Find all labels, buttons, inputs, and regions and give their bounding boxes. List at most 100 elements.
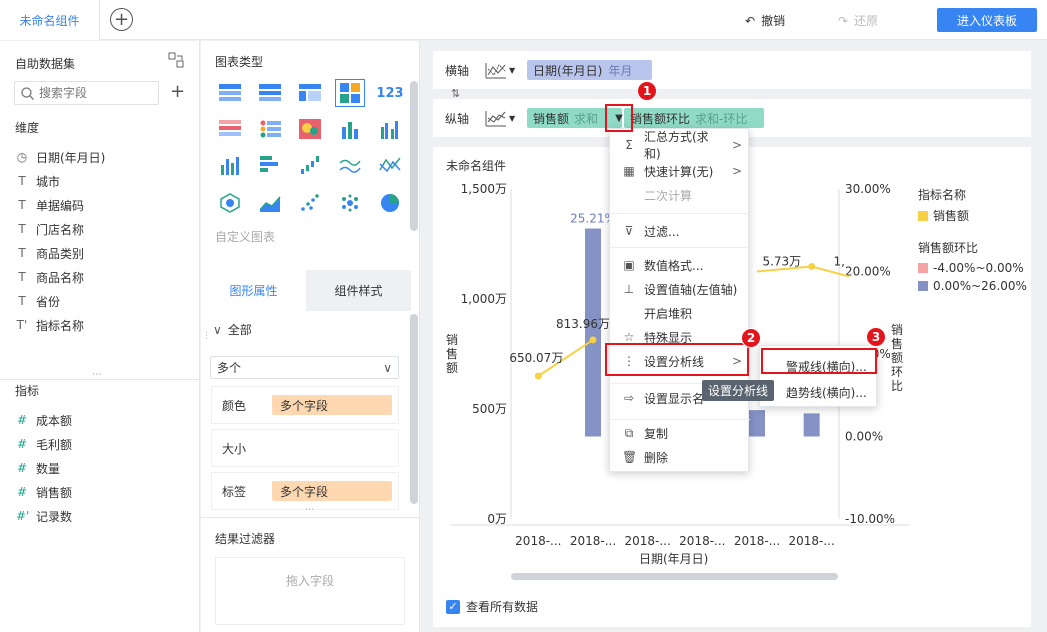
- undo-button[interactable]: ↶ 撤销: [745, 12, 785, 29]
- menu-item[interactable]: ▦ 快速计算(无) >: [610, 159, 750, 183]
- result-filter-dropzone[interactable]: 拖入字段: [215, 557, 405, 625]
- y-field-dropdown-trigger[interactable]: ▼: [605, 104, 633, 132]
- search-icon: [21, 86, 34, 100]
- field-item[interactable]: T' 指标名称: [0, 313, 199, 337]
- all-section-header[interactable]: ∨ 全部: [213, 321, 252, 338]
- chart-type-multi-table[interactable]: [255, 115, 285, 143]
- field-item[interactable]: T 商品类别: [0, 241, 199, 265]
- filter-icon: ⊽: [624, 224, 634, 238]
- data-label: 650.07万: [509, 351, 563, 365]
- x-field-pill[interactable]: 日期(年月日) 年月: [527, 60, 652, 80]
- text-icon: T: [18, 222, 26, 236]
- result-filter-title: 结果过滤器: [215, 532, 276, 546]
- field-item[interactable]: T 商品名称: [0, 265, 199, 289]
- resize-handle-3[interactable]: ⋯: [305, 505, 314, 515]
- color-property[interactable]: 颜色 多个字段: [211, 386, 399, 424]
- hash-icon: #: [16, 485, 28, 499]
- field-item[interactable]: ◷ 日期(年月日): [0, 145, 199, 169]
- line-chart-icon[interactable]: ▼: [485, 109, 521, 127]
- checkbox-checked-icon[interactable]: ✓: [446, 599, 460, 614]
- chart-type-auto-selected[interactable]: [335, 79, 365, 107]
- chart-type-cross-table[interactable]: [295, 79, 325, 107]
- chart-type-table[interactable]: [215, 79, 245, 107]
- menu-item[interactable]: ⊽ 过滤...: [610, 219, 750, 243]
- legend-item-sales[interactable]: 销售额: [918, 207, 969, 224]
- chart-type-heat-table[interactable]: [215, 115, 245, 143]
- custom-chart-label[interactable]: 自定义图表: [215, 228, 275, 245]
- menu-item[interactable]: 🗑 删除: [610, 445, 750, 469]
- legend-label: 销售额: [933, 209, 970, 223]
- field-item[interactable]: # 成本额: [0, 408, 199, 432]
- tab-component-style[interactable]: 组件样式: [306, 270, 411, 311]
- size-property[interactable]: 大小: [211, 429, 399, 467]
- axis-icon: ⊥: [623, 282, 635, 296]
- field-label: 销售额: [36, 485, 73, 500]
- redo-icon: ↷: [838, 13, 849, 28]
- submenu-trend-line[interactable]: 趋势线(横向)...: [786, 384, 867, 401]
- dimension-title: 维度: [15, 121, 40, 135]
- legend-item-pos[interactable]: 0.00%~26.00%: [918, 279, 1027, 293]
- chart-type-group-bar[interactable]: [375, 115, 405, 143]
- redo-button[interactable]: ↷ 还原: [838, 12, 878, 29]
- show-all-data[interactable]: ✓ 查看所有数据: [446, 598, 538, 615]
- chart-type-point-map[interactable]: [335, 189, 365, 217]
- chart-type-kpi[interactable]: 123: [375, 79, 405, 107]
- chart-type-area[interactable]: [255, 189, 285, 217]
- hash-icon: #: [16, 461, 28, 475]
- chart-type-scatter[interactable]: [295, 189, 325, 217]
- label-chip[interactable]: 多个字段: [272, 481, 392, 501]
- field-item[interactable]: # 毛利额: [0, 432, 199, 456]
- add-field-button[interactable]: +: [170, 83, 185, 101]
- field-item[interactable]: T 门店名称: [0, 217, 199, 241]
- chart-type-hbar[interactable]: [255, 151, 285, 179]
- divider: [201, 517, 419, 518]
- chart-type-bar[interactable]: [215, 151, 245, 179]
- chart-type-heatmap[interactable]: [295, 115, 325, 143]
- field-item[interactable]: #' 记录数: [0, 504, 199, 528]
- chart-type-range-bar[interactable]: [295, 151, 325, 179]
- chart-type-custom[interactable]: [215, 189, 245, 217]
- field-item[interactable]: # 数量: [0, 456, 199, 480]
- chart-type-stacked-bar[interactable]: [335, 115, 365, 143]
- chart-h-scrollbar[interactable]: [511, 573, 838, 580]
- field-item[interactable]: T 省份: [0, 289, 199, 313]
- field-search-input[interactable]: [39, 86, 149, 100]
- field-search-box[interactable]: [14, 81, 159, 105]
- switch-dataset-icon[interactable]: [168, 52, 184, 68]
- chart-type-line[interactable]: [335, 151, 365, 179]
- legend-label: -4.00%~0.00%: [933, 261, 1024, 275]
- chart-type-group-table[interactable]: [255, 79, 285, 107]
- menu-item[interactable]: ▣ 数值格式...: [610, 253, 750, 277]
- star-icon: ☆: [623, 330, 635, 344]
- chart-type-pie[interactable]: [375, 189, 405, 217]
- legend-swatch: [918, 281, 928, 291]
- color-chip[interactable]: 多个字段: [272, 395, 392, 415]
- menu-item[interactable]: 开启堆积: [610, 301, 750, 325]
- enter-dashboard-button[interactable]: 进入仪表板: [937, 8, 1037, 32]
- sigma-icon: Σ: [625, 138, 633, 152]
- chart-type-scrollbar[interactable]: [410, 81, 418, 231]
- field-label: 商品名称: [36, 270, 85, 285]
- menu-item[interactable]: Σ 汇总方式(求和) >: [610, 130, 750, 161]
- tab-graph-properties[interactable]: 图形属性: [201, 270, 306, 311]
- menu-item-label: 数值格式...: [644, 258, 704, 273]
- field-context-menu: Σ 汇总方式(求和) > ▦ 快速计算(无) > 二次计算 ⊽ 过滤... ▣ 数值格式... ⊥ 设置…: [609, 128, 750, 472]
- resize-handle-left[interactable]: ⋮: [202, 331, 211, 341]
- legend-swatch: [918, 263, 928, 273]
- menu-item[interactable]: ⧉ 复制: [610, 421, 750, 445]
- property-scrollbar[interactable]: [410, 314, 418, 504]
- legend-item-neg[interactable]: -4.00%~0.00%: [918, 261, 1024, 275]
- mark-select[interactable]: 多个 ∨: [210, 356, 399, 379]
- menu-item[interactable]: ⊥ 设置值轴(左值轴): [610, 277, 750, 301]
- number-format-icon: ▣: [623, 258, 635, 272]
- area-chart-icon[interactable]: ▼: [485, 61, 521, 79]
- menu-item[interactable]: 二次计算: [610, 183, 750, 207]
- chart-type-polyline[interactable]: [375, 151, 405, 179]
- tab-component[interactable]: 未命名组件: [0, 0, 100, 40]
- x-tick-label: 2018-...: [734, 534, 780, 548]
- y-field-pill-ratio[interactable]: 销售额环比 求和-环比: [624, 108, 764, 128]
- field-item[interactable]: # 销售额: [0, 480, 199, 504]
- field-item[interactable]: T 单据编码: [0, 193, 199, 217]
- field-item[interactable]: T 城市: [0, 169, 199, 193]
- add-tab-button[interactable]: +: [110, 8, 133, 31]
